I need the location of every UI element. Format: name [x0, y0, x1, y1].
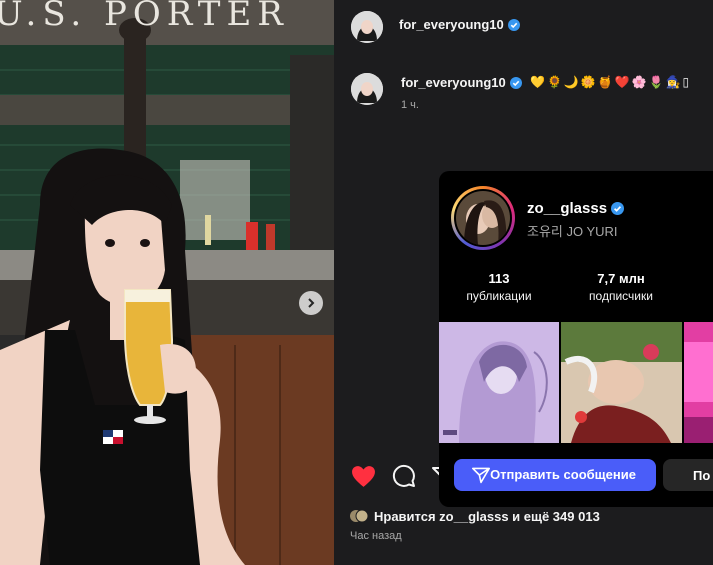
- carousel-next-button[interactable]: [299, 291, 323, 315]
- chevron-right-icon: [308, 298, 315, 308]
- post-author-username-text: for_everyoung10: [399, 17, 504, 32]
- stat-posts-label: публикации: [466, 289, 532, 303]
- verified-badge-icon: [507, 19, 520, 31]
- likes-summary[interactable]: Нравится zo__glasss и ещё 349 013: [350, 508, 600, 524]
- send-message-button[interactable]: Отправить сообщение: [454, 459, 656, 491]
- photo-illustration: [0, 0, 334, 565]
- follow-button-label: По: [693, 467, 711, 483]
- liked-by-username[interactable]: zo__glasss: [439, 509, 508, 524]
- profile-full-name: 조유리 JO YURI: [527, 224, 618, 239]
- avatar-image: [351, 11, 383, 43]
- stat-followers-label: подписчики: [589, 289, 653, 303]
- recent-post-thumb[interactable]: [439, 322, 559, 443]
- likes-prefix: Нравится: [374, 508, 440, 524]
- stat-posts-value: 113: [488, 271, 510, 286]
- heart-filled-icon[interactable]: [351, 465, 376, 488]
- profile-avatar-image: [456, 191, 510, 245]
- profile-username-text: zo__glasss: [527, 200, 608, 217]
- liker-avatars-icon: [350, 509, 368, 523]
- stat-followers[interactable]: 7,7 млн подписчики: [577, 271, 665, 303]
- stat-followers-value: 7,7 млн: [597, 271, 645, 286]
- profile-username[interactable]: zo__glasss: [527, 200, 625, 217]
- recent-post-thumb[interactable]: [684, 322, 713, 443]
- avatar-image: [351, 73, 383, 105]
- caption-emojis: 💛🌻🌙🌼🍯❤️🌸🌷🧙‍♀️▯: [530, 75, 692, 89]
- send-message-label: Отправить сообщение: [490, 467, 636, 482]
- comment-icon[interactable]: [392, 464, 416, 488]
- thumb-image: [684, 322, 713, 443]
- follow-button[interactable]: По: [663, 459, 713, 491]
- profile-hover-card: zo__glasss 조유리 JO YURI 113 публикации 7,…: [439, 171, 713, 507]
- thumb-image: [561, 322, 682, 443]
- profile-avatar-story-ring[interactable]: [451, 186, 515, 250]
- profile-avatar-inner: [454, 189, 512, 247]
- caption-username-text: for_everyoung10: [401, 75, 506, 90]
- profile-avatar: [456, 191, 510, 245]
- caption-author-username[interactable]: for_everyoung10: [401, 75, 522, 90]
- likes-text: Нравится zo__glasss и ещё 349 013: [374, 509, 600, 524]
- likes-suffix: и ещё 349 013: [508, 508, 600, 524]
- verified-badge-icon: [509, 77, 522, 89]
- posted-time: Час назад: [350, 530, 402, 542]
- verified-badge-icon: [611, 202, 625, 215]
- post-author-username[interactable]: for_everyoung10: [399, 17, 520, 32]
- post-photo[interactable]: U.S. PORTER: [0, 0, 334, 565]
- recent-posts-grid: [439, 322, 713, 443]
- send-icon: [472, 467, 490, 484]
- stat-posts: 113 публикации: [461, 271, 537, 303]
- post-author-avatar[interactable]: [351, 11, 383, 43]
- caption-time: 1 ч.: [401, 99, 419, 111]
- caption-author-avatar[interactable]: [351, 73, 383, 105]
- thumb-image: [439, 322, 559, 443]
- recent-post-thumb[interactable]: [561, 322, 682, 443]
- restaurant-sign-text: U.S. PORTER: [0, 0, 289, 34]
